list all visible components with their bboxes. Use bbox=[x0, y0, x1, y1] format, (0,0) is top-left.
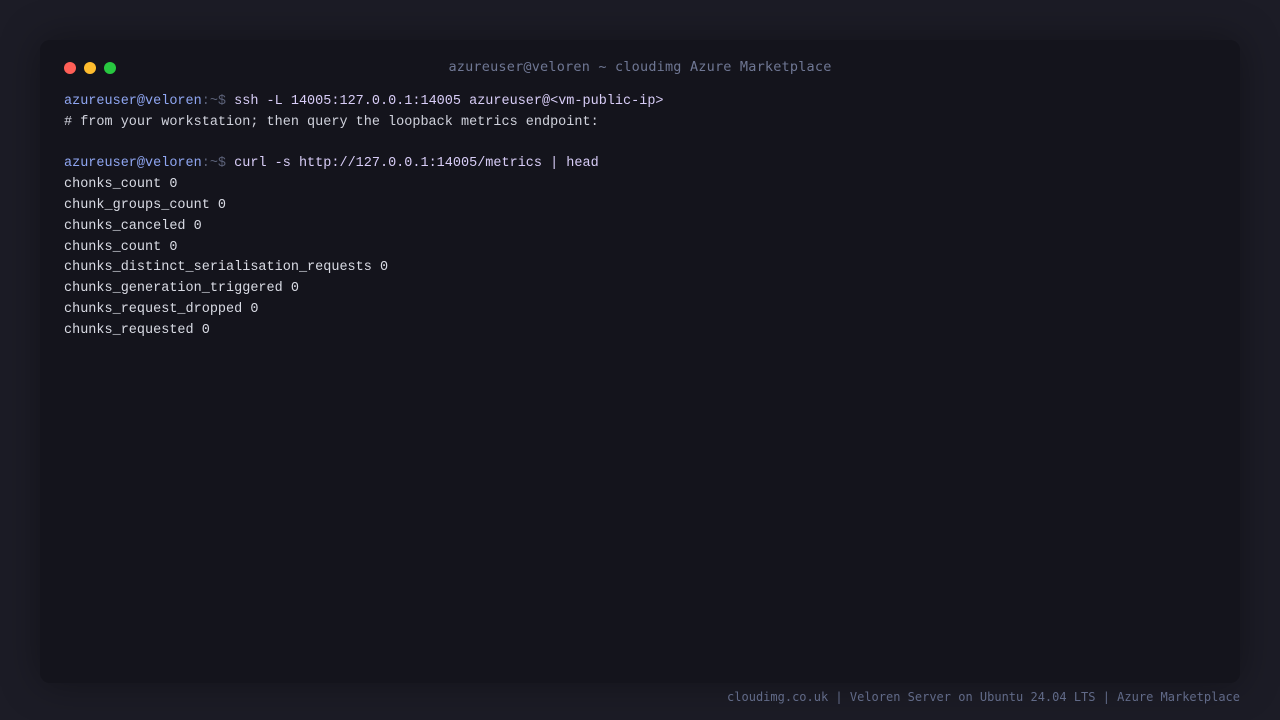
prompt-user: azureuser@veloren bbox=[64, 94, 202, 109]
prompt-user: azureuser@veloren bbox=[64, 156, 202, 172]
output-line: chunks_generation_triggered 0 bbox=[64, 281, 299, 297]
output-line: chunk_groups_count 0 bbox=[64, 197, 227, 213]
command-line: azureuser@veloren:~$ ssh -L 14005:127.0.… bbox=[64, 92, 1216, 113]
title-bar: azureuser@veloren ~ cloudimg Azure Marke… bbox=[40, 40, 1240, 95]
command-text: ssh -L 14005:127.0.0.1:14005 azureuser@<… bbox=[226, 94, 664, 109]
footer-text: cloudimg.co.uk | Veloren Server on Ubunt… bbox=[727, 690, 1240, 704]
command-text: curl -s http://127.0.0.1:14005/metrics |… bbox=[226, 156, 599, 172]
command-line: azureuser@veloren:~$ curl -s http://127.… bbox=[64, 154, 1216, 175]
prompt-path: :~$ bbox=[201, 156, 227, 172]
output-line: chonks_count 0 bbox=[64, 177, 178, 193]
comment-line: # from your workstation; then query the … bbox=[64, 114, 599, 130]
stage: azureuser@veloren ~ cloudimg Azure Marke… bbox=[0, 0, 1280, 720]
output-line: chunks_count 0 bbox=[64, 239, 178, 255]
output-line: chunks_requested 0 bbox=[64, 322, 210, 338]
terminal-window: azureuser@veloren ~ cloudimg Azure Marke… bbox=[40, 40, 1240, 683]
output-line: chunks_request_dropped 0 bbox=[64, 301, 259, 317]
window-title: azureuser@veloren ~ cloudimg Azure Marke… bbox=[448, 59, 832, 75]
output-line: chunks_distinct_serialisation_requests 0 bbox=[64, 260, 389, 276]
prompt-path: :~$ bbox=[201, 94, 227, 109]
terminal-output[interactable]: azureuser@veloren:~$ ssh -L 14005:127.0.… bbox=[64, 92, 1216, 663]
output-line: chunks_canceled 0 bbox=[64, 218, 202, 234]
